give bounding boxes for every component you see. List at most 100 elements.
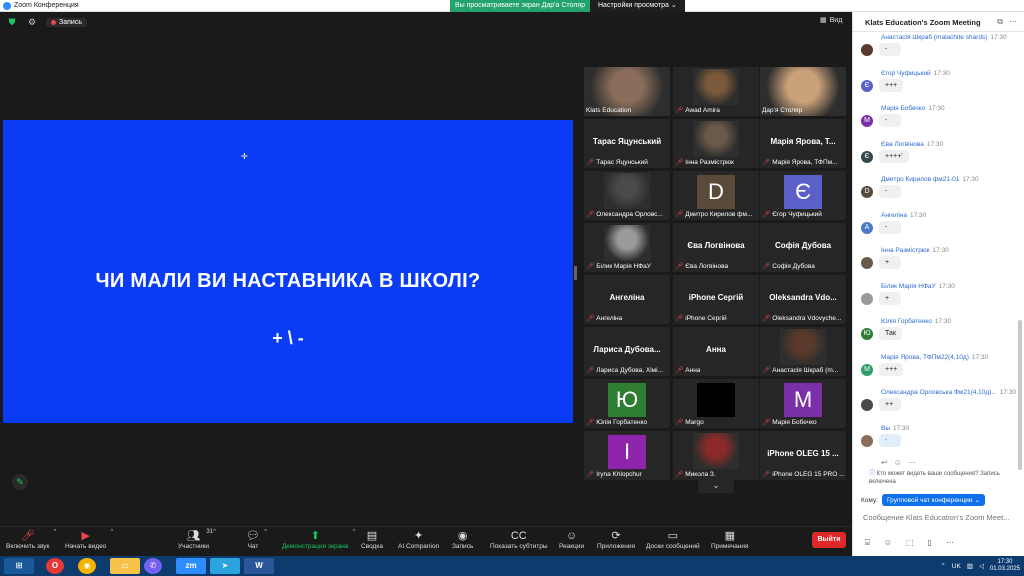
whiteboards-button[interactable]: ▭ Доски сообщений — [646, 529, 700, 550]
toolbar-label: Приложения — [597, 543, 636, 550]
participant-tile[interactable]: 🎤︎ Інна Размістрюк — [673, 119, 759, 168]
participant-tile[interactable]: Марія Ярова, Т... 🎤︎ Марія Ярова, ТФПм... — [760, 119, 846, 168]
recipient-row: Кому: Групповой чат конференции ⌄ — [861, 494, 985, 506]
language-indicator[interactable]: UK — [952, 563, 961, 570]
gallery-more-button[interactable]: ⌄ — [698, 477, 734, 493]
participants-button[interactable]: 👥︎ 31 Участники ^ — [178, 529, 216, 550]
zoom-window: Zoom Конференция Вы просматриваете экран… — [0, 0, 1024, 576]
participant-tile[interactable]: Oleksandra Vdo... 🎤︎ Oleksandra Vdovyche..… — [760, 275, 846, 324]
participant-tile[interactable]: 🎤︎ Awad Amira — [673, 67, 759, 116]
participant-tile[interactable]: Є 🎤︎ Єгор Чуфицький — [760, 171, 846, 220]
split-handle[interactable] — [574, 266, 577, 280]
participant-tile[interactable]: Ангеліна 🎤︎ Ангеліна — [584, 275, 670, 324]
popout-icon[interactable]: ⧉ — [997, 17, 1003, 27]
chevron-up-icon[interactable]: ^ — [264, 529, 267, 535]
participant-tile[interactable]: Klats Education — [584, 67, 670, 116]
more-icon[interactable]: ⋯ — [908, 458, 916, 467]
participant-tile[interactable]: Тарас Яцунський 🎤︎ Тарас Яцунський — [584, 119, 670, 168]
participant-tile[interactable]: Єва Логвінова 🎤︎ Єва Логвінова — [673, 223, 759, 272]
participant-name: Klats Education — [586, 107, 632, 114]
chrome-icon[interactable]: ◉ — [78, 558, 96, 574]
reply-icon[interactable]: ↩ — [881, 458, 888, 467]
recipient-select[interactable]: Групповой чат конференции ⌄ — [882, 494, 985, 506]
recording-indicator[interactable]: Запись — [46, 17, 87, 27]
record-button[interactable]: ◉ Запись — [452, 529, 473, 550]
message-text: + — [879, 291, 901, 305]
clock[interactable]: 17:30 01.03.2025 — [990, 559, 1020, 573]
summary-button[interactable]: ▤ Сводка — [361, 529, 383, 550]
view-settings-button[interactable]: Настройки просмотра ⌄ — [590, 0, 685, 12]
participant-video — [693, 121, 739, 157]
participant-tile[interactable]: Дар'я Столяр — [760, 67, 846, 116]
participant-avatar: Ю — [608, 383, 646, 417]
tray-arrow-icon[interactable]: ⌃ — [940, 562, 945, 570]
start-icon[interactable]: ⊞ — [4, 558, 34, 574]
leave-button[interactable]: Выйти — [812, 532, 846, 548]
participant-name-label: 🎤︎ Єва Логвінова — [675, 262, 728, 271]
screenshot-icon[interactable]: ⬚ — [906, 538, 914, 548]
folder-icon[interactable]: ▭ — [110, 558, 140, 574]
emoji-icon[interactable]: ☺ — [894, 458, 902, 467]
lock-icon[interactable]: ⚙ — [26, 16, 38, 28]
toolbar-label: AI Companion — [398, 543, 440, 550]
chevron-up-icon[interactable]: ^ — [353, 529, 356, 535]
participant-tile[interactable]: Ю 🎤︎ Юлія Горбатенко — [584, 379, 670, 428]
annotate-pen-icon[interactable]: ✎ — [12, 474, 28, 490]
participant-display-name: iPhone OLEG 15 ... — [767, 449, 839, 458]
chevron-up-icon[interactable]: ^ — [110, 529, 113, 535]
viber-icon[interactable]: ✆ — [144, 558, 162, 574]
sender-name: Єгор Чуфицький — [881, 69, 931, 77]
chat-tools: ⌸ ☺ ⬚ ▯ ⋯ — [865, 538, 954, 548]
zoom-task-icon[interactable]: zm — [176, 558, 206, 574]
message-text: ++ — [879, 398, 901, 411]
chevron-up-icon[interactable]: ^ — [54, 529, 57, 535]
emoji-icon[interactable]: ☺ — [884, 538, 892, 548]
unmute-button[interactable]: 🎤︎ Включить звук ^ — [6, 529, 56, 550]
file-icon[interactable]: ▯ — [928, 538, 932, 548]
participant-tile[interactable]: Софія Дубова 🎤︎ Софія Дубова — [760, 223, 846, 272]
participant-name-label: 🎤︎ Дмитро Кирилов фм... — [675, 210, 752, 219]
participant-tile[interactable]: 🎤︎ Анастасія Шкраб (m... — [760, 327, 846, 376]
participant-tile[interactable]: 🎤︎ Margo — [673, 379, 759, 428]
participant-tile[interactable]: I 🎤︎ Iryna Khlopchur — [584, 431, 670, 480]
word-icon[interactable]: W — [244, 558, 274, 574]
network-icon[interactable]: ▥ — [967, 562, 973, 570]
participant-tile[interactable]: D 🎤︎ Дмитро Кирилов фм... — [673, 171, 759, 220]
ai-companion-button[interactable]: ✦ AI Companion — [398, 529, 439, 550]
participant-name: Софія Дубова — [772, 262, 815, 270]
participant-tile[interactable]: Лариса Дубова... 🎤︎ Лариса Дубова, Хімі... — [584, 327, 670, 376]
apps-button[interactable]: ⟳ Приложения — [597, 529, 635, 550]
telegram-icon[interactable]: ➤ — [210, 558, 240, 574]
chevron-up-icon[interactable]: ^ — [213, 529, 216, 535]
view-button[interactable]: ▦ Вид — [820, 16, 842, 25]
participant-name: Олександра Орловс... — [596, 210, 663, 218]
who-can-see-notice[interactable]: ⓘ Кто может видеть ваши сообщения? Запис… — [869, 470, 1019, 486]
participant-tile[interactable]: 🎤︎ Микола З. — [673, 431, 759, 480]
participant-tile[interactable]: Анна 🎤︎ Анна — [673, 327, 759, 376]
participant-tile[interactable]: М 🎤︎ Марія Бобечко — [760, 379, 846, 428]
shared-screen[interactable]: ✛ ЧИ МАЛИ ВИ НАСТАВНИКА В ШКОЛІ? + \ - — [3, 120, 573, 423]
participant-display-name: Єва Логвінова — [687, 241, 745, 250]
participant-tile[interactable]: iPhone OLEG 15 ... 🎤︎ iPhone OLEG 15 PRO .… — [760, 431, 846, 480]
reactions-button[interactable]: ☺ Реакции — [559, 529, 584, 550]
shield-icon[interactable]: ⛊ — [6, 16, 18, 28]
start-video-button[interactable]: ▶︎ Начать видео ^ — [65, 529, 113, 550]
participant-avatar: D — [697, 175, 735, 209]
sender-name: Олександра Орловська Фм21(4,10д)... — [881, 389, 997, 396]
chat-input[interactable] — [863, 510, 1021, 524]
format-icon[interactable]: ⌸ — [865, 538, 870, 548]
volume-icon[interactable]: ◁ — [979, 562, 984, 570]
participant-tile[interactable]: 🎤︎ Білик Марія НФаУ — [584, 223, 670, 272]
notes-button[interactable]: ▦ Примечания — [711, 529, 749, 550]
participant-display-name: Oleksandra Vdo... — [769, 293, 837, 302]
chat-button[interactable]: 💬︎ Чат ^ — [246, 529, 267, 550]
share-screen-button[interactable]: ⬆ Демонстрация экрана ^ — [282, 529, 355, 550]
more-icon[interactable]: ⋯ — [946, 538, 954, 548]
chat-scrollbar[interactable] — [1018, 320, 1022, 470]
participant-tile[interactable]: 🎤︎ Олександра Орловс... — [584, 171, 670, 220]
more-icon[interactable]: ⋯ — [1009, 17, 1017, 27]
participant-name-label: 🎤︎ Олександра Орловс... — [586, 210, 663, 219]
opera-icon[interactable]: O — [46, 558, 64, 574]
participant-tile[interactable]: iPhone Сергій 🎤︎ iPhone Сергій — [673, 275, 759, 324]
captions-button[interactable]: CC Показать субтитры — [490, 529, 548, 550]
